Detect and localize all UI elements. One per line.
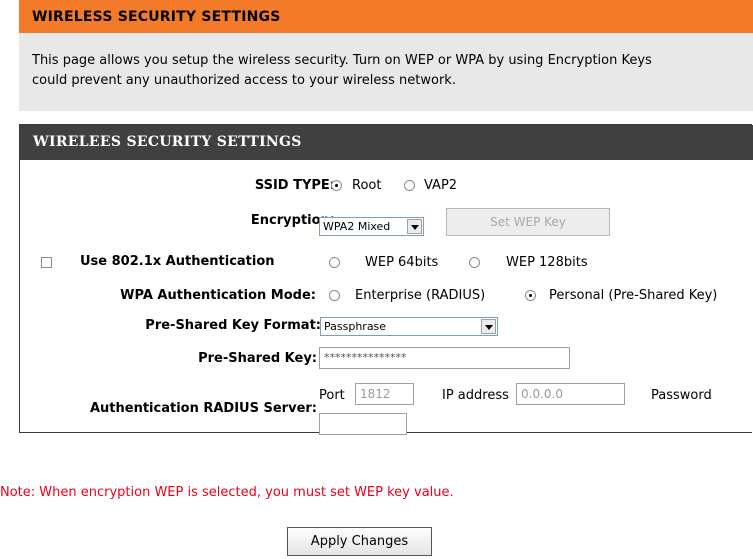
intro-title: WIRELESS SECURITY SETTINGS xyxy=(32,9,281,25)
psk-format-select-value: Passphrase xyxy=(324,320,387,333)
encryption-select-value: WPA2 Mixed xyxy=(323,220,391,233)
radius-password-input[interactable] xyxy=(319,413,407,435)
use-8021x-checkbox[interactable] xyxy=(41,257,52,268)
ssid-root-radio[interactable] xyxy=(331,180,342,191)
ssid-type-label: SSID TYPE: xyxy=(254,178,335,193)
ssid-root-label: Root xyxy=(352,178,382,193)
psk-label: Pre-Shared Key: xyxy=(198,351,317,366)
intro-box: WIRELESS SECURITY SETTINGS This page all… xyxy=(19,0,753,111)
wep64-radio[interactable] xyxy=(329,257,340,268)
use-8021x-label: Use 802.1x Authentication xyxy=(80,254,275,269)
intro-line-2: could prevent any unauthorized access to… xyxy=(32,73,456,88)
set-wep-key-button[interactable]: Set WEP Key xyxy=(446,208,610,236)
wpa-enterprise-radio[interactable] xyxy=(329,290,340,301)
radius-password-label: Password xyxy=(651,388,712,403)
radius-ip-input[interactable]: 0.0.0.0 xyxy=(516,383,625,405)
wep128-radio[interactable] xyxy=(469,257,480,268)
security-settings-panel: WIRELEES SECURITY SETTINGS SSID TYPE: Ro… xyxy=(19,124,753,435)
intro-line-1: This page allows you setup the wireless … xyxy=(32,53,652,68)
radius-port-label: Port xyxy=(319,388,345,403)
wpa-personal-radio[interactable] xyxy=(525,290,536,301)
encryption-select[interactable]: WPA2 Mixed xyxy=(319,217,424,236)
wpa-mode-label: WPA Authentication Mode: xyxy=(120,288,316,303)
radius-ip-label: IP address xyxy=(442,388,509,403)
chevron-down-icon xyxy=(407,219,422,234)
ssid-vap2-radio[interactable] xyxy=(404,180,415,191)
intro-header: WIRELESS SECURITY SETTINGS xyxy=(19,0,753,33)
panel-title: WIRELEES SECURITY SETTINGS xyxy=(33,134,302,150)
psk-input[interactable]: *************** xyxy=(319,347,570,369)
panel-header: WIRELEES SECURITY SETTINGS xyxy=(20,125,753,160)
apply-changes-button[interactable]: Apply Changes xyxy=(287,527,432,556)
ssid-vap2-label: VAP2 xyxy=(424,178,458,193)
wep128-label: WEP 128bits xyxy=(506,255,588,270)
wpa-personal-label: Personal (Pre-Shared Key) xyxy=(549,288,718,303)
psk-format-select[interactable]: Passphrase xyxy=(320,317,498,336)
intro-description: This page allows you setup the wireless … xyxy=(32,51,753,91)
chevron-down-icon xyxy=(481,319,496,334)
wpa-enterprise-label: Enterprise (RADIUS) xyxy=(355,288,486,303)
radius-port-input[interactable]: 1812 xyxy=(355,383,414,405)
radius-server-label: Authentication RADIUS Server: xyxy=(89,401,317,416)
psk-format-label: Pre-Shared Key Format: xyxy=(145,318,321,333)
wep64-label: WEP 64bits xyxy=(365,255,439,270)
wep-note: Note: When encryption WEP is selected, y… xyxy=(0,485,454,500)
